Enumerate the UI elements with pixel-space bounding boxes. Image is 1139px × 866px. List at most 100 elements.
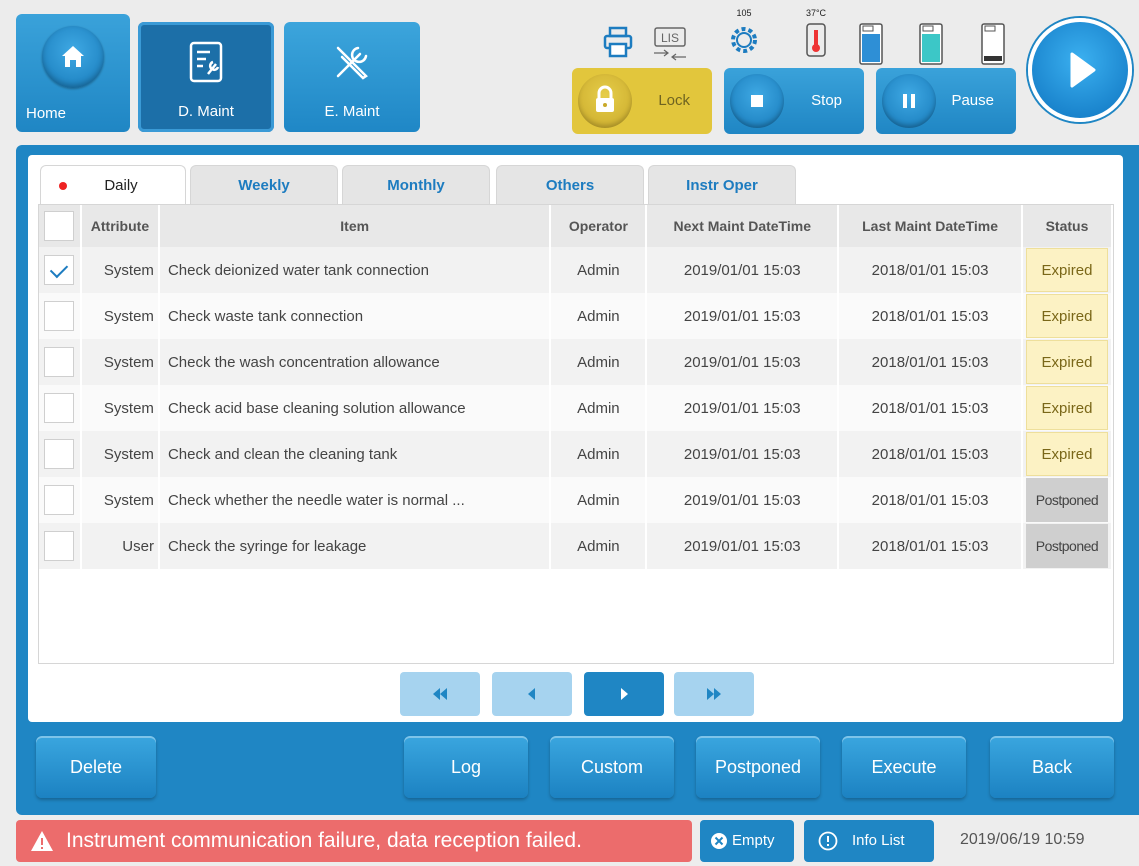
- home-button[interactable]: Home: [16, 14, 130, 132]
- start-button[interactable]: [1028, 18, 1132, 122]
- row-checkbox[interactable]: [44, 485, 75, 515]
- status-badge: Expired: [1025, 294, 1108, 338]
- status-badge: Expired: [1025, 386, 1108, 430]
- stop-button[interactable]: Stop: [724, 68, 864, 134]
- tab-others[interactable]: Others: [496, 165, 644, 205]
- tab-instr-oper[interactable]: Instr Oper: [648, 165, 796, 205]
- stop-label: Stop: [811, 92, 842, 109]
- reaction-temp-value: 105: [736, 8, 752, 18]
- alert-banner[interactable]: Instrument communication failure, data r…: [16, 820, 692, 862]
- lock-label: Lock: [658, 92, 690, 109]
- blue-bottle-icon: [859, 23, 883, 65]
- row-checkbox[interactable]: [44, 347, 75, 377]
- tab-others-label: Others: [545, 177, 595, 194]
- status-badge: Expired: [1025, 340, 1108, 384]
- row-checkbox[interactable]: [44, 531, 75, 561]
- waste-bottle-icon: [981, 23, 1005, 65]
- next-page-button[interactable]: [584, 672, 664, 716]
- table-row[interactable]: System Check acid base cleaning solution…: [39, 385, 1114, 431]
- table-header-row: Attribute Item Operator Next Maint DateT…: [39, 205, 1114, 247]
- row-item: Check waste tank connection: [158, 293, 552, 339]
- info-list-button[interactable]: Info List: [804, 820, 934, 862]
- table-row[interactable]: System Check whether the needle water is…: [39, 477, 1114, 523]
- row-attribute: System: [80, 293, 160, 339]
- first-page-button[interactable]: [400, 672, 480, 716]
- status-badge: Expired: [1025, 248, 1108, 292]
- row-next-maint: 2019/01/01 15:03: [646, 385, 840, 431]
- maintenance-table: Attribute Item Operator Next Maint DateT…: [38, 204, 1114, 664]
- row-operator: Admin: [550, 293, 648, 339]
- row-next-maint: 2019/01/01 15:03: [646, 477, 840, 523]
- reaction-temp-status[interactable]: 105: [724, 6, 764, 62]
- play-icon: [1070, 52, 1096, 88]
- prev-page-button[interactable]: [492, 672, 572, 716]
- lis-text: LIS: [661, 31, 679, 45]
- row-checkbox[interactable]: [44, 255, 75, 285]
- pause-button[interactable]: Pause: [876, 68, 1016, 134]
- lock-button[interactable]: Lock: [572, 68, 712, 134]
- header-item: Item: [158, 205, 552, 247]
- home-label: Home: [26, 105, 67, 122]
- last-page-button[interactable]: [674, 672, 754, 716]
- status-badge: Expired: [1025, 432, 1108, 476]
- table-row[interactable]: System Check waste tank connection Admin…: [39, 293, 1114, 339]
- row-operator: Admin: [550, 431, 648, 477]
- postponed-button[interactable]: Postponed: [696, 736, 820, 798]
- d-maint-button[interactable]: D. Maint: [138, 22, 274, 132]
- right-arrow-icon: [621, 688, 628, 700]
- row-checkbox[interactable]: [44, 393, 75, 423]
- row-last-maint: 2018/01/01 15:03: [838, 431, 1023, 477]
- log-button[interactable]: Log: [404, 736, 528, 798]
- clear-circle-icon: [711, 833, 727, 849]
- header-attribute: Attribute: [80, 205, 160, 247]
- tab-instr-oper-label: Instr Oper: [686, 177, 758, 194]
- system-datetime: 2019/06/19 10:59: [960, 831, 1085, 848]
- row-next-maint: 2019/01/01 15:03: [646, 431, 840, 477]
- row-attribute: User: [80, 523, 160, 569]
- incubation-temp-status[interactable]: 37°C: [796, 6, 836, 62]
- warning-icon: [31, 831, 53, 851]
- table-row[interactable]: System Check deionized water tank connec…: [39, 247, 1114, 293]
- e-maint-button[interactable]: E. Maint: [284, 22, 420, 132]
- table-row[interactable]: System Check and clean the cleaning tank…: [39, 431, 1114, 477]
- pause-icon: [903, 94, 915, 108]
- tab-daily[interactable]: Daily: [40, 165, 186, 205]
- row-checkbox[interactable]: [44, 439, 75, 469]
- double-left-arrow-icon: [433, 688, 447, 700]
- row-attribute: System: [80, 431, 160, 477]
- tab-daily-label: Daily: [104, 177, 138, 194]
- tab-monthly-label: Monthly: [387, 177, 445, 194]
- row-item: Check and clean the cleaning tank: [158, 431, 552, 477]
- printer-icon: [603, 26, 633, 58]
- header-operator: Operator: [550, 205, 648, 247]
- table-row[interactable]: System Check the wash concentration allo…: [39, 339, 1114, 385]
- empty-label: Empty: [732, 832, 775, 849]
- custom-button[interactable]: Custom: [550, 736, 674, 798]
- row-attribute: System: [80, 477, 160, 523]
- row-operator: Admin: [550, 385, 648, 431]
- e-maint-label: E. Maint: [324, 103, 380, 120]
- top-bar: Home D. Maint E. Maint LIS 105 37°C Lock…: [0, 0, 1139, 140]
- execute-button[interactable]: Execute: [842, 736, 966, 798]
- stop-knob: [730, 74, 784, 128]
- back-button[interactable]: Back: [990, 736, 1114, 798]
- status-badge: Postponed: [1025, 478, 1108, 522]
- active-tab-dot: [59, 182, 67, 190]
- row-last-maint: 2018/01/01 15:03: [838, 523, 1023, 569]
- delete-button[interactable]: Delete: [36, 736, 156, 798]
- row-item: Check the syringe for leakage: [158, 523, 552, 569]
- teal-bottle-icon: [919, 23, 943, 65]
- table-row[interactable]: User Check the syringe for leakage Admin…: [39, 523, 1114, 569]
- tab-monthly[interactable]: Monthly: [342, 165, 490, 205]
- empty-button[interactable]: Empty: [700, 820, 794, 862]
- select-all-checkbox[interactable]: [44, 211, 75, 241]
- row-next-maint: 2019/01/01 15:03: [646, 523, 840, 569]
- row-last-maint: 2018/01/01 15:03: [838, 385, 1023, 431]
- tools-icon: [336, 46, 368, 80]
- pause-label: Pause: [951, 92, 994, 109]
- tab-weekly[interactable]: Weekly: [190, 165, 338, 205]
- row-operator: Admin: [550, 247, 648, 293]
- padlock-icon: [596, 85, 614, 112]
- row-checkbox[interactable]: [44, 301, 75, 331]
- d-maint-label: D. Maint: [178, 103, 234, 120]
